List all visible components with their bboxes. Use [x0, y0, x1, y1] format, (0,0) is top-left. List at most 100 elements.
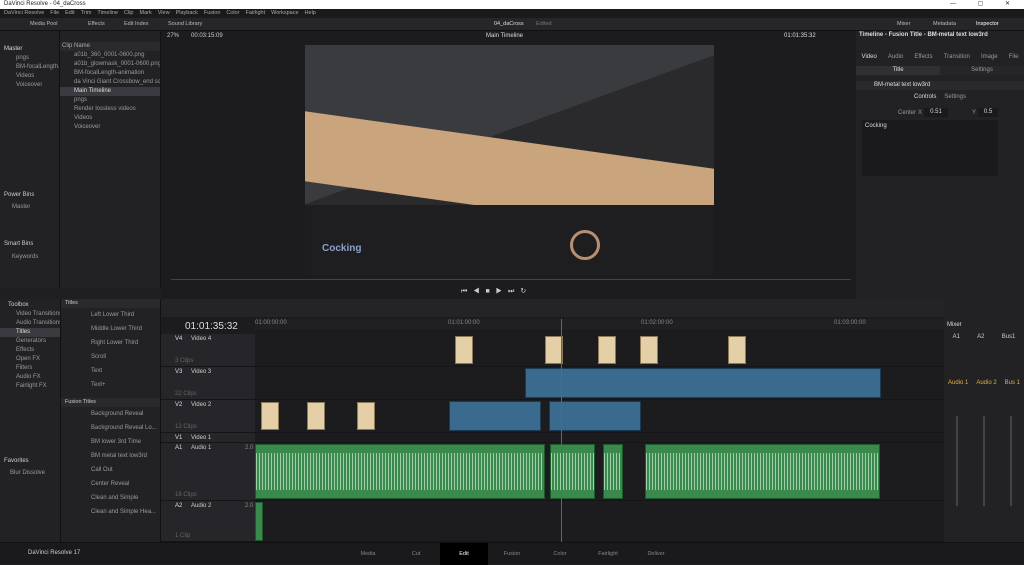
title-clip[interactable]: [455, 336, 473, 364]
controls-tab[interactable]: Controls: [914, 94, 936, 100]
fusion-title-preset[interactable]: Call Out: [61, 463, 160, 477]
menu-item-0[interactable]: DaVinci Resolve: [4, 10, 44, 16]
title-clip[interactable]: [728, 336, 746, 364]
clip-item[interactable]: pngs: [60, 96, 160, 105]
center-y-field[interactable]: 0.5: [978, 108, 998, 117]
fusion-title-preset[interactable]: BM lower 3rd Time: [61, 435, 160, 449]
title-clip[interactable]: [307, 402, 325, 430]
menu-item-6[interactable]: Mark: [140, 10, 152, 16]
fx-category[interactable]: Open FX: [0, 355, 60, 364]
fusion-title-preset[interactable]: Background Reveal Lo...: [61, 421, 160, 435]
menu-item-8[interactable]: Playback: [176, 10, 198, 16]
fusion-title-preset[interactable]: Center Reveal: [61, 477, 160, 491]
settings-tab[interactable]: Settings: [944, 94, 966, 100]
clip-item[interactable]: a01b_glowmask_0001-0600.png: [60, 60, 160, 69]
playhead[interactable]: [561, 319, 562, 542]
menu-item-1[interactable]: File: [50, 10, 59, 16]
track-header[interactable]: V4 Video 4 3 Clips: [161, 334, 255, 367]
fx-category[interactable]: Generators: [0, 337, 60, 346]
metadata-button[interactable]: Metadata: [933, 18, 956, 31]
menu-item-11[interactable]: Fairlight: [246, 10, 266, 16]
transport-controls[interactable]: ⏮◀■▶⏭↻: [461, 287, 532, 296]
bin-item[interactable]: BM-focalLength...: [16, 63, 59, 72]
title-preset[interactable]: Text+: [61, 378, 160, 392]
bin-item[interactable]: Videos: [16, 72, 59, 81]
menu-item-3[interactable]: Trim: [81, 10, 92, 16]
clip-item[interactable]: Videos: [60, 114, 160, 123]
inspector-tab-settings[interactable]: Settings: [940, 66, 1024, 75]
inspector-tab-title[interactable]: Title: [856, 66, 940, 75]
audio-clip[interactable]: [255, 444, 545, 499]
menu-item-7[interactable]: View: [158, 10, 170, 16]
fusion-title-preset[interactable]: Background Reveal: [61, 407, 160, 421]
page-tab-color[interactable]: Color: [536, 543, 584, 565]
audio-clip[interactable]: [550, 444, 595, 499]
page-tab-media[interactable]: Media: [344, 543, 392, 565]
title-preset[interactable]: Middle Lower Third: [61, 322, 160, 336]
power-bin-master[interactable]: Master: [12, 203, 30, 212]
fx-category[interactable]: Titles: [0, 328, 60, 337]
fx-category[interactable]: Filters: [0, 364, 60, 373]
track-header[interactable]: V2 Video 2 12 Clips: [161, 400, 255, 433]
clip-item[interactable]: da Vinci Giant Crossbow_end screen: [60, 78, 160, 87]
edit-index-button[interactable]: Edit Index: [124, 18, 148, 31]
fusion-title-preset[interactable]: Clean and Simple Hea...: [61, 505, 160, 519]
smart-bin-keywords[interactable]: Keywords: [12, 253, 38, 262]
clip-item[interactable]: Main Timeline: [60, 87, 160, 96]
page-tab-edit[interactable]: Edit: [440, 543, 488, 565]
center-x-field[interactable]: 0.51: [924, 108, 948, 117]
video-clip[interactable]: [549, 401, 641, 431]
page-tab-fairlight[interactable]: Fairlight: [584, 543, 632, 565]
window-controls[interactable]: — ▢ ✕: [950, 0, 1020, 9]
favorite-blur-dissolve[interactable]: Blur Dissolve: [10, 469, 45, 478]
fx-category[interactable]: Audio Transitions: [0, 319, 60, 328]
menu-item-2[interactable]: Edit: [65, 10, 74, 16]
clip-item[interactable]: Voiceover: [60, 123, 160, 132]
track-header[interactable]: A2 Audio 2 1 Clip 2.0: [161, 501, 255, 542]
title-preset[interactable]: Text: [61, 364, 160, 378]
bin-item[interactable]: pngs: [16, 54, 59, 63]
page-tab-fusion[interactable]: Fusion: [488, 543, 536, 565]
inspector-tab-2[interactable]: Effects: [914, 54, 932, 62]
inspector-tab-1[interactable]: Audio: [888, 54, 903, 62]
master-bin[interactable]: Master: [0, 45, 59, 54]
menu-item-5[interactable]: Clip: [124, 10, 133, 16]
menu-item-10[interactable]: Color: [226, 10, 239, 16]
title-clip[interactable]: [640, 336, 658, 364]
inspector-button[interactable]: Inspector: [976, 18, 999, 31]
inspector-tab-5[interactable]: File: [1009, 54, 1019, 62]
inspector-tab-0[interactable]: Video: [862, 54, 877, 62]
clip-item[interactable]: BM-focalLength-animation: [60, 69, 160, 78]
audio-clip[interactable]: [603, 444, 623, 499]
bin-item[interactable]: Voiceover: [16, 81, 59, 90]
inspector-tab-4[interactable]: Image: [981, 54, 998, 62]
page-tab-deliver[interactable]: Deliver: [632, 543, 680, 565]
title-clip[interactable]: [598, 336, 616, 364]
title-preset[interactable]: Left Lower Third: [61, 308, 160, 322]
fusion-title-preset[interactable]: BM metal text low3rd: [61, 449, 160, 463]
fx-category[interactable]: Video Transitions: [0, 310, 60, 319]
fx-category[interactable]: Fairlight FX: [0, 382, 60, 391]
clip-item[interactable]: a01b_360_0001-0600.png: [60, 51, 160, 60]
toolbox-label[interactable]: Toolbox: [0, 301, 60, 310]
video-clip[interactable]: [449, 401, 541, 431]
fx-category[interactable]: Audio FX: [0, 373, 60, 382]
title-clip[interactable]: [261, 402, 279, 430]
audio-clip[interactable]: [255, 502, 263, 541]
effects-button[interactable]: Effects: [88, 18, 105, 31]
track-header[interactable]: V1 Video 1: [161, 433, 255, 443]
menu-item-12[interactable]: Workspace: [271, 10, 298, 16]
viewer-timeline-name[interactable]: Main Timeline: [486, 33, 523, 39]
title-preset[interactable]: Right Lower Third: [61, 336, 160, 350]
inspector-tab-3[interactable]: Transition: [944, 54, 970, 62]
viewer-zoom[interactable]: 27%: [167, 33, 179, 39]
track-header[interactable]: V3 Video 3 22 Clips: [161, 367, 255, 400]
styled-text-field[interactable]: Cocking: [862, 120, 998, 176]
media-pool-button[interactable]: Media Pool: [30, 18, 58, 31]
fader-a1[interactable]: [956, 416, 959, 506]
fader-bus1[interactable]: [1009, 416, 1012, 506]
fader-a2[interactable]: [982, 416, 985, 506]
clip-item[interactable]: Render lossless videos: [60, 105, 160, 114]
video-clip[interactable]: [525, 368, 881, 398]
track-header[interactable]: A1 Audio 1 16 Clips 2.0: [161, 443, 255, 501]
